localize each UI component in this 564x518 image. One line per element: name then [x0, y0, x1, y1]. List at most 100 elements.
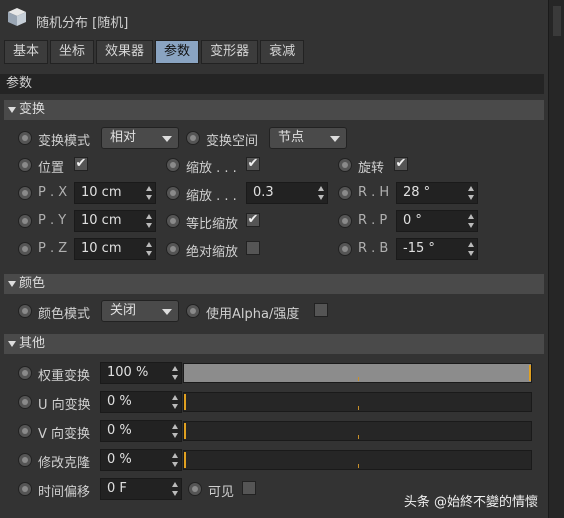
- keyframe-radio-rb[interactable]: [338, 242, 352, 256]
- px-field[interactable]: 10 cm: [74, 182, 156, 204]
- absolute-scale-checkbox[interactable]: [246, 241, 260, 255]
- scale2-field[interactable]: 0.3: [246, 182, 328, 204]
- spinner-icon[interactable]: [146, 214, 152, 228]
- v-transform-slider[interactable]: [183, 421, 532, 441]
- rotate-checkbox[interactable]: ✔: [394, 157, 408, 171]
- spinner-icon[interactable]: [146, 186, 152, 200]
- tab-basic[interactable]: 基本: [4, 40, 49, 64]
- u-transform-value: 0 %: [107, 394, 132, 409]
- keyframe-radio-py[interactable]: [18, 214, 32, 228]
- group-header-color[interactable]: 颜色: [4, 274, 544, 294]
- rb-field[interactable]: -15 °: [396, 238, 478, 260]
- spinner-icon[interactable]: [172, 424, 178, 438]
- time-offset-field[interactable]: 0 F: [100, 478, 182, 500]
- spinner-icon[interactable]: [146, 242, 152, 256]
- group-other-label: 其他: [19, 336, 46, 351]
- transform-mode-dropdown[interactable]: 相对: [101, 127, 179, 149]
- keyframe-radio-weight[interactable]: [18, 366, 32, 380]
- tab-coord[interactable]: 坐标: [50, 40, 95, 64]
- rb-value: -15 °: [403, 241, 435, 256]
- keyframe-radio-alpha[interactable]: [186, 304, 200, 318]
- section-title: 参数: [0, 74, 544, 94]
- group-header-other[interactable]: 其他: [4, 334, 544, 354]
- px-label: P . X: [38, 185, 68, 200]
- keyframe-radio-u[interactable]: [18, 395, 32, 409]
- title-bar: 随机分布 [随机]: [0, 0, 548, 40]
- modify-clone-slider[interactable]: [183, 450, 532, 470]
- spinner-icon[interactable]: [468, 186, 474, 200]
- group-header-transform[interactable]: 变换: [4, 100, 544, 120]
- v-transform-field[interactable]: 0 %: [100, 420, 182, 442]
- spinner-icon[interactable]: [172, 366, 178, 380]
- color-mode-dropdown[interactable]: 关闭: [101, 300, 179, 322]
- watermark-text: 头条 @始終不變的情懷: [403, 495, 538, 510]
- weight-slider-handle[interactable]: [529, 365, 531, 381]
- spinner-icon[interactable]: [468, 214, 474, 228]
- slider-midmark: [357, 435, 359, 439]
- collapse-triangle-icon: [8, 106, 16, 113]
- time-offset-label: 时间偏移: [38, 485, 91, 500]
- modify-clone-label: 修改克隆: [38, 456, 91, 471]
- keyframe-radio-clone[interactable]: [18, 453, 32, 467]
- tab-effector[interactable]: 效果器: [96, 40, 154, 64]
- keyframe-radio-pz[interactable]: [18, 242, 32, 256]
- tab-falloff[interactable]: 衰减: [260, 40, 305, 64]
- slider-midmark: [357, 464, 359, 468]
- weight-field[interactable]: 100 %: [100, 362, 182, 384]
- keyframe-radio-position[interactable]: [18, 158, 32, 172]
- modify-clone-field[interactable]: 0 %: [100, 449, 182, 471]
- position-checkbox[interactable]: ✔: [74, 157, 88, 171]
- scale2-label: 缩放 . . .: [186, 189, 237, 204]
- keyframe-radio-time[interactable]: [18, 482, 32, 496]
- keyframe-radio-uniform[interactable]: [166, 214, 180, 228]
- keyframe-radio-scale[interactable]: [166, 158, 180, 172]
- color-mode-label: 颜色模式: [38, 307, 91, 322]
- position-label: 位置: [38, 161, 65, 176]
- weight-slider[interactable]: [183, 363, 532, 383]
- spinner-icon[interactable]: [468, 242, 474, 256]
- rp-value: 0 °: [403, 213, 422, 228]
- keyframe-radio-v[interactable]: [18, 424, 32, 438]
- rp-field[interactable]: 0 °: [396, 210, 478, 232]
- keyframe-radio-rp[interactable]: [338, 214, 352, 228]
- transform-space-dropdown[interactable]: 节点: [269, 127, 347, 149]
- clone-slider-handle[interactable]: [184, 452, 186, 468]
- spinner-icon[interactable]: [172, 482, 178, 496]
- tab-bar: 基本 坐标 效果器 参数 变形器 衰减: [4, 40, 306, 64]
- pz-field[interactable]: 10 cm: [74, 238, 156, 260]
- spinner-icon[interactable]: [318, 186, 324, 200]
- scale-checkbox[interactable]: ✔: [246, 157, 260, 171]
- keyframe-radio-absolute[interactable]: [166, 242, 180, 256]
- visible-checkbox[interactable]: [242, 481, 256, 495]
- weight-label: 权重变换: [38, 369, 91, 384]
- transform-mode-value: 相对: [110, 130, 137, 145]
- spinner-icon[interactable]: [172, 453, 178, 467]
- panel-tab-stub[interactable]: [553, 6, 561, 36]
- u-transform-slider[interactable]: [183, 392, 532, 412]
- u-slider-handle[interactable]: [184, 394, 186, 410]
- collapse-triangle-icon: [8, 340, 16, 347]
- keyframe-radio-rotate[interactable]: [338, 158, 352, 172]
- window-title: 随机分布 [随机]: [36, 16, 129, 31]
- keyframe-radio-space[interactable]: [186, 131, 200, 145]
- tab-deformer[interactable]: 变形器: [201, 40, 259, 64]
- py-value: 10 cm: [81, 213, 122, 228]
- tab-parameter[interactable]: 参数: [155, 40, 200, 64]
- rb-label: R . B: [358, 241, 389, 256]
- dropdown-arrow-icon: [330, 136, 340, 142]
- py-field[interactable]: 10 cm: [74, 210, 156, 232]
- keyframe-radio-scale2[interactable]: [166, 186, 180, 200]
- uniform-scale-checkbox[interactable]: ✔: [246, 213, 260, 227]
- keyframe-radio-mode[interactable]: [18, 131, 32, 145]
- keyframe-radio-color-mode[interactable]: [18, 304, 32, 318]
- keyframe-radio-visible[interactable]: [188, 482, 202, 496]
- keyframe-radio-rh[interactable]: [338, 186, 352, 200]
- u-transform-field[interactable]: 0 %: [100, 391, 182, 413]
- use-alpha-checkbox[interactable]: [314, 303, 328, 317]
- visible-label: 可见: [208, 485, 235, 500]
- v-slider-handle[interactable]: [184, 423, 186, 439]
- keyframe-radio-px[interactable]: [18, 186, 32, 200]
- transform-space-label: 变换空间: [206, 134, 259, 149]
- spinner-icon[interactable]: [172, 395, 178, 409]
- rh-field[interactable]: 28 °: [396, 182, 478, 204]
